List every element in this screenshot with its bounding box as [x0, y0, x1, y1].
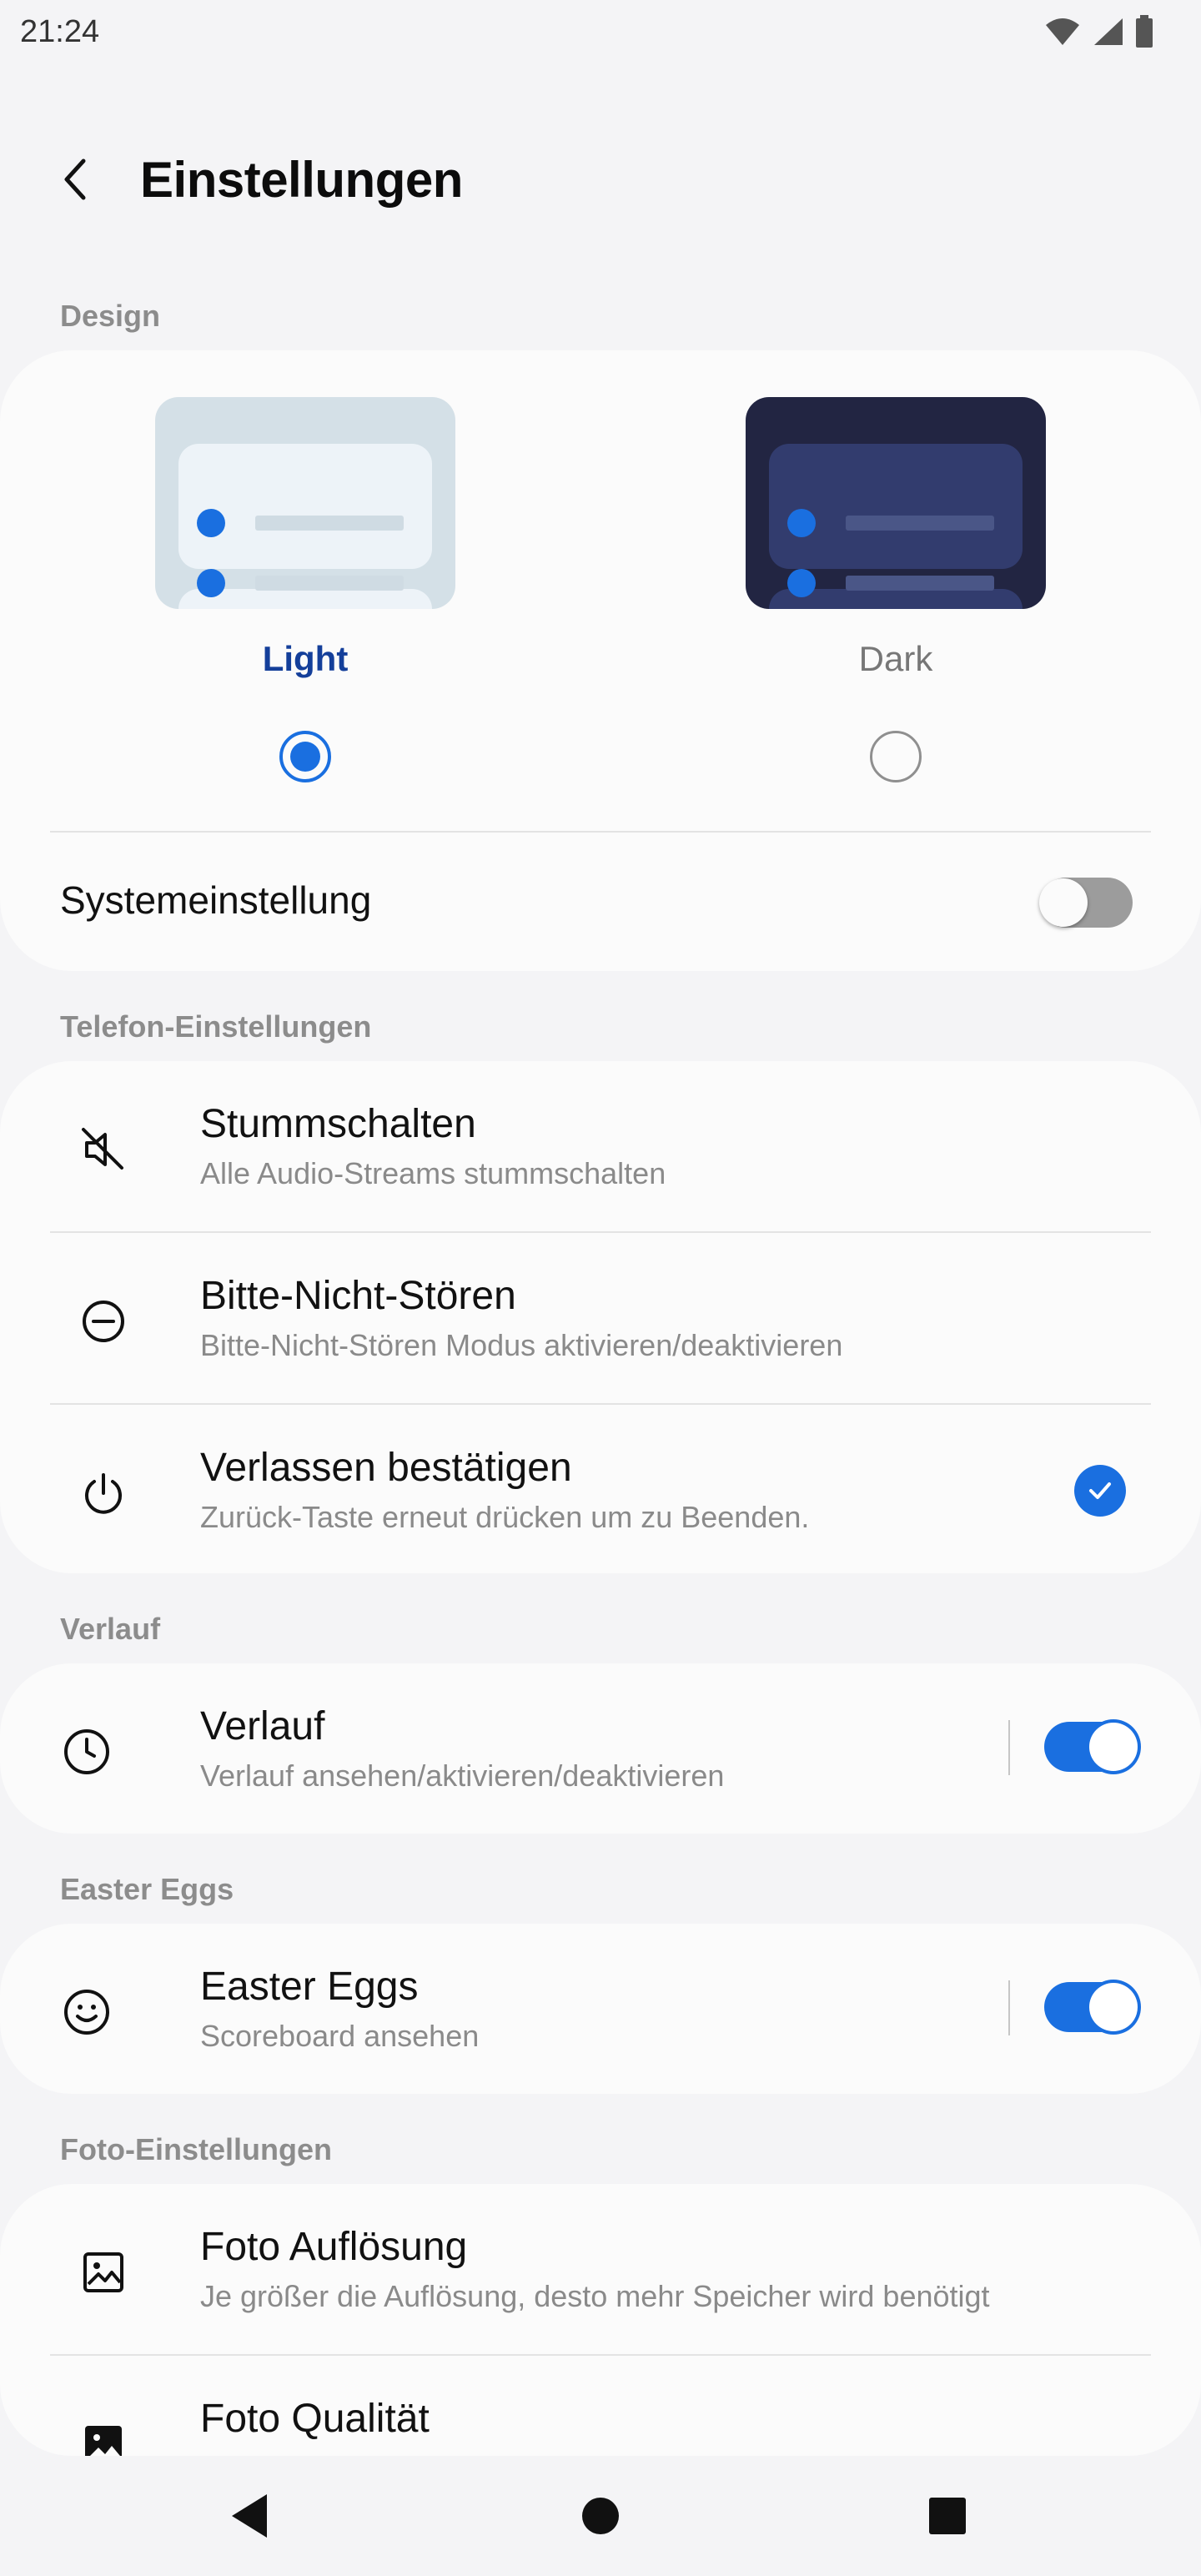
section-label-design: Design	[60, 299, 161, 333]
theme-option-dark[interactable]: Dark	[746, 397, 1046, 782]
nav-back-button[interactable]	[222, 2488, 279, 2544]
list-item-history[interactable]: Verlauf Verlauf ansehen/aktivieren/deakt…	[0, 1663, 1201, 1834]
list-item-subtitle: Verlauf ansehen/aktivieren/deaktivieren	[200, 1758, 725, 1793]
chevron-left-icon	[64, 158, 86, 200]
system-setting-row[interactable]: Systemeinstellung	[0, 834, 1201, 971]
list-item-title: Verlassen bestätigen	[200, 1446, 572, 1490]
system-nav-bar	[0, 2456, 1201, 2576]
list-item-subtitle: Alle Audio-Streams stummschalten	[200, 1156, 666, 1190]
status-bar: 21:24	[0, 0, 1201, 63]
nav-back-icon	[232, 2494, 267, 2538]
divider	[50, 831, 1151, 833]
cell-signal-icon	[1094, 18, 1123, 45]
nav-home-button[interactable]	[572, 2488, 629, 2544]
status-icons	[1044, 15, 1154, 48]
clock-icon	[50, 1715, 123, 1789]
checkmark-icon	[1089, 1482, 1111, 1499]
nav-recents-button[interactable]	[919, 2488, 976, 2544]
section-label-easter-eggs: Easter Eggs	[60, 1872, 234, 1906]
list-item-title: Easter Eggs	[200, 1965, 419, 2009]
list-item-subtitle: Bitte-Nicht-Stören Modus aktivieren/deak…	[200, 1328, 843, 1362]
theme-preview-dark[interactable]	[746, 397, 1046, 609]
easter-eggs-card: Easter Eggs Scoreboard ansehen	[0, 1924, 1201, 2094]
radio-dark[interactable]	[870, 731, 922, 782]
radio-light[interactable]	[279, 731, 331, 782]
section-label-phone: Telefon-Einstellungen	[60, 1009, 372, 1044]
system-setting-toggle[interactable]	[1039, 878, 1133, 928]
theme-preview-light[interactable]	[155, 397, 455, 609]
list-item-easter-eggs[interactable]: Easter Eggs Scoreboard ansehen	[0, 1924, 1201, 2094]
list-item-title: Foto Qualität	[200, 2397, 430, 2441]
list-item-photo-quality[interactable]: Foto Qualität	[0, 2356, 1201, 2456]
wifi-icon	[1046, 18, 1079, 45]
list-item-subtitle: Zurück-Taste erneut drücken um zu Beende…	[200, 1500, 810, 1534]
system-setting-label: Systemeinstellung	[60, 878, 372, 922]
vertical-separator	[1008, 1720, 1010, 1775]
theme-option-light[interactable]: Light	[155, 397, 455, 782]
image-outline-icon	[67, 2236, 140, 2309]
list-item-subtitle: Scoreboard ansehen	[200, 2019, 480, 2053]
do-not-disturb-icon	[67, 1285, 140, 1358]
history-card: Verlauf Verlauf ansehen/aktivieren/deakt…	[0, 1663, 1201, 1834]
list-item-do-not-disturb[interactable]: Bitte-Nicht-Stören Bitte-Nicht-Stören Mo…	[0, 1233, 1201, 1403]
smiley-icon	[50, 1975, 123, 2049]
image-filled-icon	[67, 2407, 140, 2456]
page-title: Einstellungen	[140, 151, 463, 208]
power-icon	[67, 1457, 140, 1530]
easter-eggs-toggle[interactable]	[1044, 1982, 1138, 2032]
nav-recents-icon	[929, 2498, 966, 2534]
section-label-history: Verlauf	[60, 1612, 161, 1646]
vertical-separator	[1008, 1980, 1010, 2035]
mute-icon	[67, 1113, 140, 1186]
status-time: 21:24	[20, 13, 100, 49]
nav-home-icon	[582, 2498, 619, 2534]
theme-label-light: Light	[262, 639, 349, 678]
list-item-subtitle: Je größer die Auflösung, desto mehr Spei…	[200, 2279, 990, 2313]
theme-label-dark: Dark	[858, 639, 933, 678]
photo-settings-card: Foto Auflösung Je größer die Auflösung, …	[0, 2184, 1201, 2456]
history-toggle[interactable]	[1044, 1722, 1138, 1772]
back-button[interactable]	[27, 129, 127, 229]
app-header: Einstellungen	[0, 125, 1201, 234]
list-item-photo-resolution[interactable]: Foto Auflösung Je größer die Auflösung, …	[0, 2184, 1201, 2354]
list-item-title: Foto Auflösung	[200, 2225, 468, 2269]
confirm-exit-checkbox[interactable]	[1074, 1465, 1126, 1517]
list-item-mute[interactable]: Stummschalten Alle Audio-Streams stummsc…	[0, 1061, 1201, 1231]
list-item-title: Bitte-Nicht-Stören	[200, 1274, 516, 1318]
section-label-photo: Foto-Einstellungen	[60, 2132, 332, 2166]
design-card: Light Dark Systemeinstellung	[0, 350, 1201, 971]
phone-settings-card: Stummschalten Alle Audio-Streams stummsc…	[0, 1061, 1201, 1573]
list-item-title: Verlauf	[200, 1704, 325, 1748]
list-item-confirm-exit[interactable]: Verlassen bestätigen Zurück-Taste erneut…	[0, 1405, 1201, 1575]
battery-icon	[1136, 15, 1153, 48]
list-item-title: Stummschalten	[200, 1102, 476, 1146]
